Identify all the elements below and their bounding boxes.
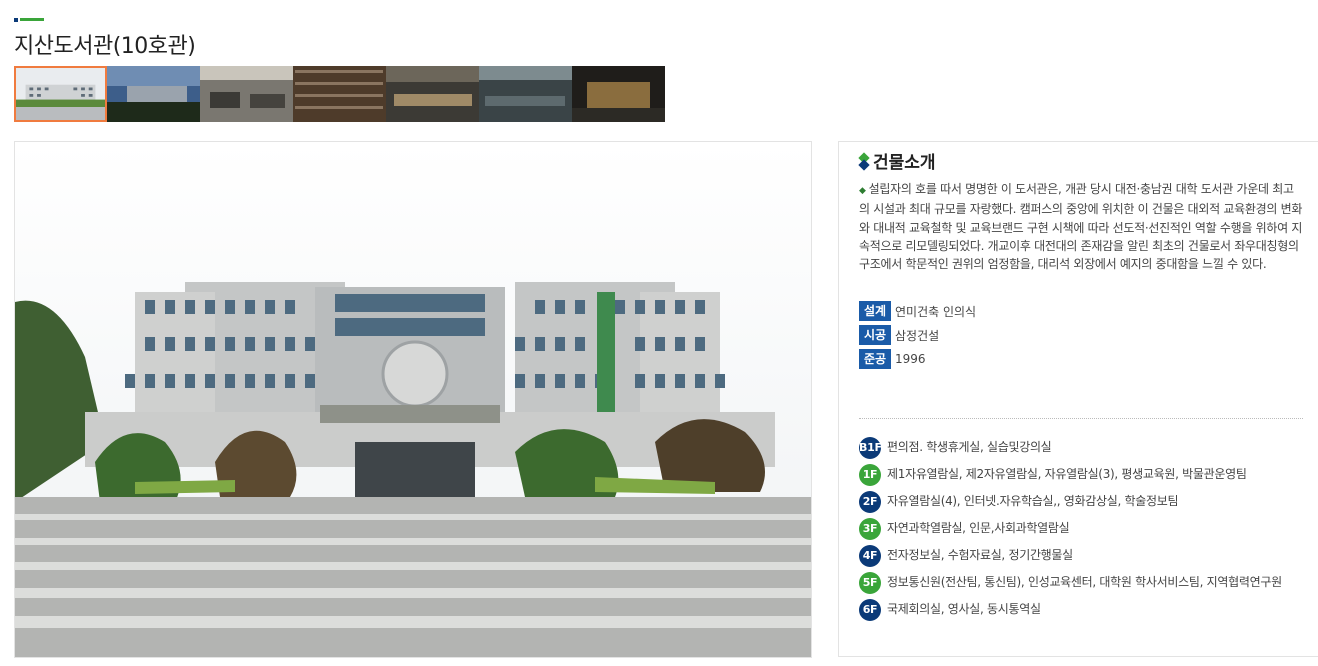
floor-text: 편의점. 학생휴게실, 실습및강의실	[887, 440, 1052, 454]
thumbnail-library-hall[interactable]	[479, 66, 572, 122]
fact-value: 삼정건설	[895, 328, 940, 343]
floor-text: 자유열람실(4), 인터넷.자유학습실,, 영화감상실, 학술정보팀	[887, 494, 1179, 508]
floor-badge: 5F	[859, 572, 881, 594]
thumbnail-building-night[interactable]	[572, 66, 665, 122]
building-description: ◆ 설립자의 호를 따서 명명한 이 도서관은, 개관 당시 대전·충남권 대학 …	[859, 180, 1303, 273]
thumbnail-reading-room[interactable]	[200, 66, 293, 122]
floor-directory: B1F 편의점. 학생휴게실, 실습및강의실 1F 제1자유열람실, 제2자유열람실…	[859, 437, 1303, 628]
main-building-photo	[14, 141, 812, 658]
thumbnail-building-front[interactable]	[14, 66, 107, 122]
thumbnail-building-dusk[interactable]	[107, 66, 200, 122]
fact-completion: 준공 1996	[859, 349, 976, 369]
thumbnail-bookshelves[interactable]	[293, 66, 386, 122]
section-title-text: 건물소개	[873, 153, 936, 173]
floor-row-2f: 2F 자유열람실(4), 인터넷.자유학습실,, 영화감상실, 학술정보팀	[859, 491, 1303, 513]
bullet-diamond-icon: ◆	[859, 186, 866, 196]
fact-design: 설계 연미건축 인의식	[859, 301, 976, 321]
fact-label: 설계	[859, 301, 891, 321]
floor-text: 전자정보실, 수험자료실, 정기간행물실	[887, 548, 1073, 562]
description-text: 설립자의 호를 따서 명명한 이 도서관은, 개관 당시 대전·충남권 대학 도…	[859, 182, 1303, 272]
section-title: 건물소개	[858, 148, 936, 173]
floor-row-3f: 3F 자연과학열람실, 인문,사회과학열람실	[859, 518, 1303, 540]
floor-badge: 4F	[859, 545, 881, 567]
page-title: 지산도서관(10호관)	[14, 34, 196, 59]
thumbnail-study-hall[interactable]	[386, 66, 479, 122]
fact-construction: 시공 삼정건설	[859, 325, 976, 345]
diamond-bullet-icon	[858, 151, 870, 171]
floor-row-4f: 4F 전자정보실, 수험자료실, 정기간행물실	[859, 545, 1303, 567]
title-accent-mark	[14, 18, 44, 22]
floor-badge: 1F	[859, 464, 881, 486]
building-info-panel: 건물소개 ◆ 설립자의 호를 따서 명명한 이 도서관은, 개관 당시 대전·충남…	[838, 141, 1318, 657]
floor-badge: 3F	[859, 518, 881, 540]
floor-badge: 6F	[859, 599, 881, 621]
thumbnail-strip	[14, 66, 665, 122]
floor-row-5f: 5F 정보통신원(전산팀, 통신팀), 인성교육센터, 대학원 학사서비스팀, 지…	[859, 572, 1303, 594]
floor-text: 제1자유열람실, 제2자유열람실, 자유열람실(3), 평생교육원, 박물관운영…	[887, 467, 1247, 481]
building-facts: 설계 연미건축 인의식 시공 삼정건설 준공 1996	[859, 301, 976, 373]
fact-value: 1996	[895, 352, 926, 366]
floor-badge: B1F	[859, 437, 882, 459]
floor-badge: 2F	[859, 491, 881, 513]
fact-value: 연미건축 인의식	[895, 304, 977, 319]
fact-label: 시공	[859, 325, 891, 345]
floor-text: 국제회의실, 영사실, 동시통역실	[887, 602, 1041, 616]
dotted-divider	[859, 418, 1303, 419]
floor-row-1f: 1F 제1자유열람실, 제2자유열람실, 자유열람실(3), 평생교육원, 박물관…	[859, 464, 1303, 486]
fact-label: 준공	[859, 349, 891, 369]
floor-row-6f: 6F 국제회의실, 영사실, 동시통역실	[859, 599, 1303, 621]
floor-text: 정보통신원(전산팀, 통신팀), 인성교육센터, 대학원 학사서비스팀, 지역협…	[887, 575, 1282, 589]
floor-row-b1f: B1F 편의점. 학생휴게실, 실습및강의실	[859, 437, 1303, 459]
floor-text: 자연과학열람실, 인문,사회과학열람실	[887, 521, 1070, 535]
